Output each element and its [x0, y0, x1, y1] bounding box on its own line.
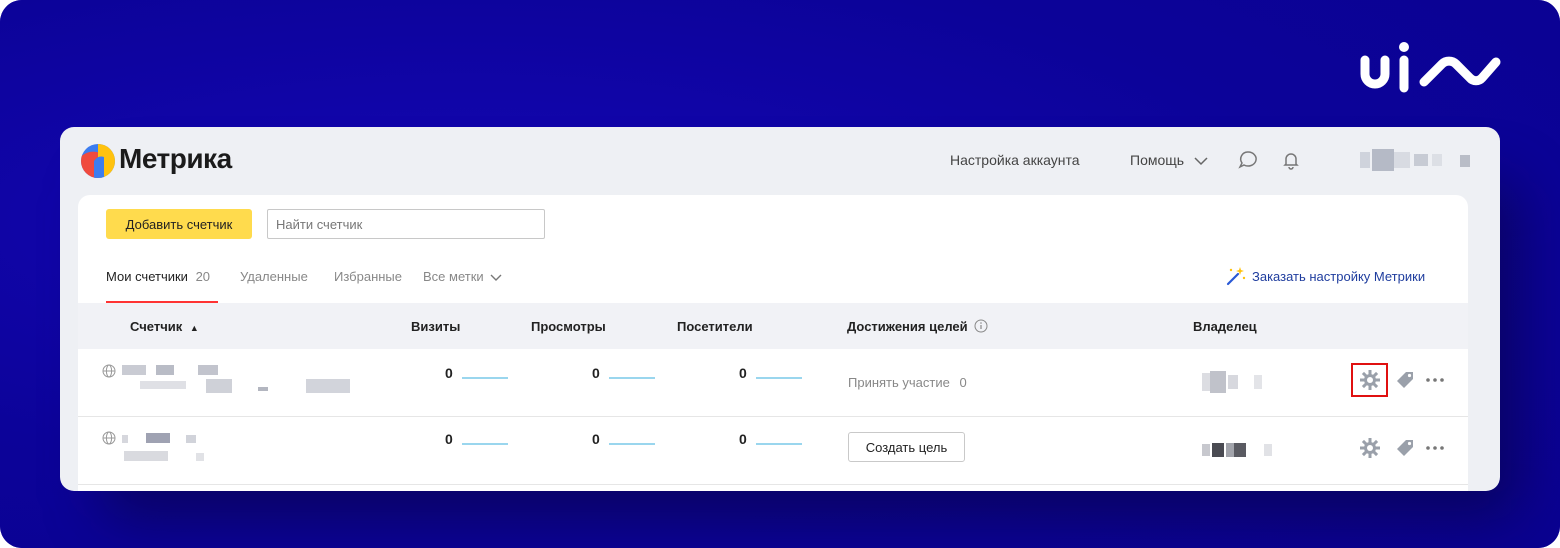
table-row[interactable]: 0 0 0 Создать цель [78, 417, 1468, 485]
more-icon[interactable] [1424, 369, 1446, 391]
sort-up-icon: ▲ [189, 323, 199, 333]
tab-my-counters-label: Мои счетчики [106, 269, 188, 284]
magic-wand-icon [1226, 267, 1246, 286]
column-counter: Счетчик [130, 319, 183, 334]
tag-icon[interactable] [1394, 369, 1416, 391]
column-visitors[interactable]: Посетители [677, 319, 753, 334]
visitors-value: 0 [739, 365, 747, 381]
tag-icon[interactable] [1394, 437, 1416, 459]
top-bar: Метрика Настройка аккаунта Помощь [60, 127, 1500, 195]
bell-icon[interactable] [1280, 149, 1302, 171]
globe-icon [102, 364, 116, 378]
goal-participate-label: Принять участие [848, 375, 950, 390]
column-goals-label: Достижения целей [847, 319, 968, 334]
metrika-window: Метрика Настройка аккаунта Помощь Добави… [60, 127, 1500, 491]
column-views[interactable]: Просмотры [531, 319, 606, 334]
page-background: Метрика Настройка аккаунта Помощь Добави… [0, 0, 1560, 548]
globe-icon [102, 431, 116, 445]
account-settings-link[interactable]: Настройка аккаунта [950, 152, 1080, 168]
views-sparkline [609, 443, 655, 445]
avatar[interactable] [1360, 149, 1472, 171]
visitors-sparkline [756, 377, 802, 379]
visits-value: 0 [445, 431, 453, 447]
brand-logo-icon [1360, 42, 1501, 93]
goal-count: 0 [959, 375, 967, 390]
column-counter-sort[interactable]: Счетчик ▲ [130, 319, 199, 334]
app-title: Метрика [119, 143, 232, 174]
order-setup-label: Заказать настройку Метрики [1252, 268, 1426, 284]
visitors-sparkline [756, 443, 802, 445]
add-counter-button[interactable]: Добавить счетчик [106, 209, 252, 239]
tab-my-counters-count: 20 [195, 269, 211, 284]
tab-my-counters[interactable]: Мои счетчики 20 [106, 269, 210, 284]
visits-sparkline [462, 377, 508, 379]
views-sparkline [609, 377, 655, 379]
table-header: Счетчик ▲ Визиты Просмотры Посетители До… [78, 303, 1468, 349]
visits-value: 0 [445, 365, 453, 381]
owner-redacted [1202, 371, 1262, 393]
visits-sparkline [462, 443, 508, 445]
visitors-value: 0 [739, 431, 747, 447]
column-owner: Владелец [1193, 319, 1257, 334]
order-setup-link[interactable]: Заказать настройку Метрики [1224, 263, 1425, 289]
tab-all-tags-label: Все метки [423, 269, 484, 284]
create-goal-button[interactable]: Создать цель [848, 432, 965, 462]
help-menu[interactable]: Помощь [1130, 152, 1208, 168]
owner-redacted [1202, 443, 1272, 457]
info-icon[interactable] [974, 319, 988, 333]
more-icon[interactable] [1424, 437, 1446, 459]
views-value: 0 [592, 365, 600, 381]
chevron-down-icon [1194, 157, 1208, 166]
counter-name-redacted [122, 365, 350, 393]
tab-favorites[interactable]: Избранные [334, 269, 402, 284]
goal-participate-link[interactable]: Принять участие 0 [848, 375, 967, 390]
column-goals[interactable]: Достижения целей [847, 319, 988, 334]
chevron-down-icon [490, 274, 502, 281]
counter-name-redacted [122, 433, 204, 461]
counter-search-input[interactable] [267, 209, 545, 239]
metrika-logo-icon[interactable] [80, 143, 116, 179]
counters-section: Добавить счетчик Мои счетчики 20 Удаленн… [78, 195, 1468, 491]
table-row[interactable]: 0 0 0 Принять участие 0 [78, 349, 1468, 417]
gear-icon[interactable] [1359, 369, 1381, 391]
column-visits[interactable]: Визиты [411, 319, 460, 334]
tab-all-tags[interactable]: Все метки [423, 269, 502, 284]
gear-icon[interactable] [1359, 437, 1381, 459]
chat-icon[interactable] [1237, 149, 1259, 171]
help-label: Помощь [1130, 152, 1185, 168]
views-value: 0 [592, 431, 600, 447]
tab-deleted[interactable]: Удаленные [240, 269, 308, 284]
